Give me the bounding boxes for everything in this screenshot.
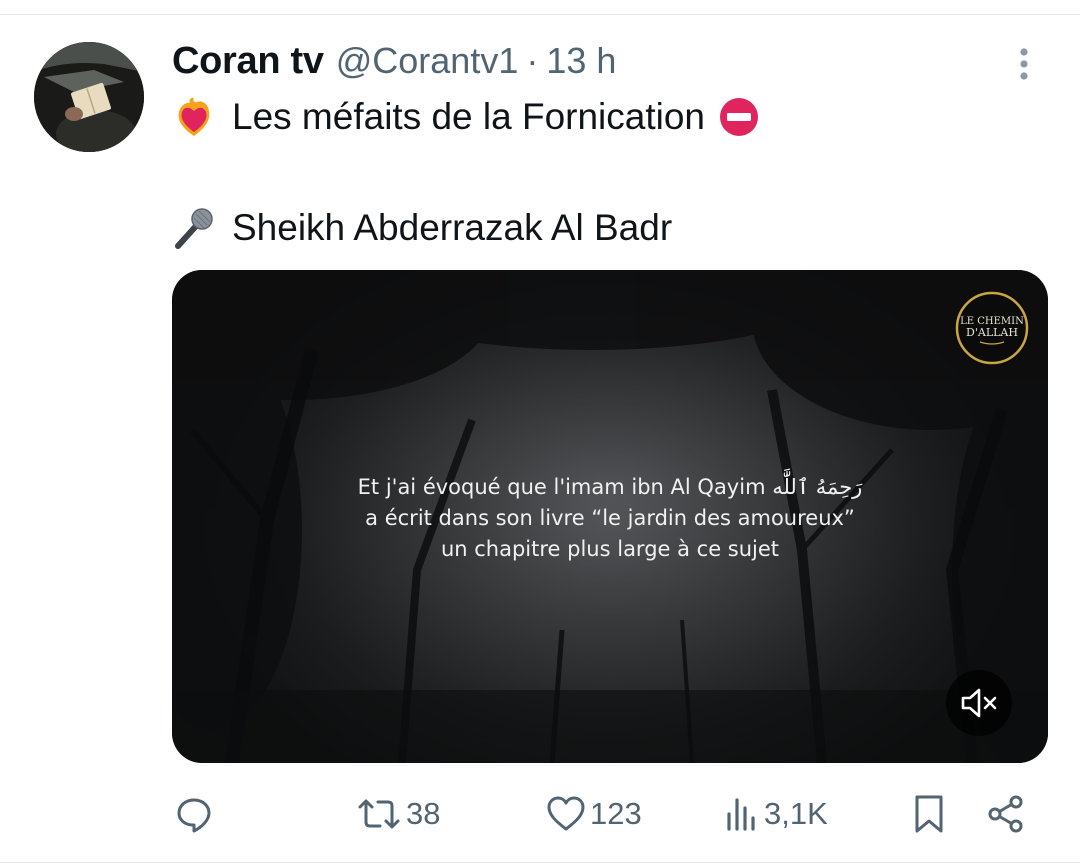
tweet-text-line-1: Les méfaits de la Fornication	[172, 94, 761, 140]
views-button[interactable]: 3,1K	[724, 790, 828, 838]
retweet-icon	[358, 799, 400, 829]
caption-line-3: un chapitre plus large à ce sujet	[440, 537, 780, 561]
heart-icon	[547, 796, 585, 831]
display-name[interactable]: Coran tv	[172, 40, 324, 83]
tweet-text-line-2: Sheikh Abderrazak Al Badr	[172, 205, 672, 251]
bookmark-button[interactable]	[912, 790, 946, 838]
avatar[interactable]	[34, 42, 144, 152]
caption-line-1: Et j'ai évoqué que l'imam ibn Al Qayim ر…	[357, 475, 863, 499]
like-button[interactable]: 123	[546, 790, 642, 838]
more-vertical-icon	[1020, 48, 1028, 80]
separator-dot: ·	[526, 40, 539, 81]
timestamp[interactable]: 13 h	[546, 40, 616, 82]
unmute-button[interactable]	[946, 670, 1012, 736]
bottom-divider	[0, 862, 1080, 863]
speaker-muted-icon	[961, 688, 997, 718]
logo-text-2: D'ALLAH	[966, 326, 1018, 339]
channel-logo: LE CHEMIN D'ALLAH	[954, 290, 1030, 366]
reply-button[interactable]	[174, 790, 218, 838]
views-count: 3,1K	[764, 796, 828, 831]
video-player[interactable]: LE CHEMIN D'ALLAH Et j'ai évoqué que l'i…	[172, 270, 1048, 763]
retweet-count: 38	[406, 796, 441, 831]
heart-on-fire-icon	[172, 95, 216, 139]
like-count: 123	[590, 796, 642, 831]
action-bar: 38 123 3,1K	[0, 790, 1080, 838]
top-divider	[0, 14, 1080, 15]
retweet-button[interactable]: 38	[356, 790, 440, 838]
avatar-image	[34, 42, 144, 152]
share-button[interactable]	[986, 790, 1026, 838]
reply-icon	[177, 798, 211, 833]
microphone-icon	[172, 206, 216, 250]
tweet-text-1: Les méfaits de la Fornication	[232, 96, 706, 137]
more-options-button[interactable]	[1004, 44, 1044, 84]
share-icon	[988, 795, 1023, 833]
user-handle[interactable]: @Corantv1	[336, 40, 519, 82]
views-icon	[727, 798, 755, 831]
video-caption: Et j'ai évoqué que l'imam ibn Al Qayim ر…	[172, 472, 1048, 565]
tweet-text-2: Sheikh Abderrazak Al Badr	[232, 207, 673, 248]
caption-line-2: a écrit dans son livre “le jardin des am…	[365, 506, 855, 530]
bookmark-icon	[915, 795, 943, 833]
tweet-header: Coran tv @Corantv1 · 13 h	[172, 38, 616, 84]
no-entry-icon	[717, 95, 761, 139]
